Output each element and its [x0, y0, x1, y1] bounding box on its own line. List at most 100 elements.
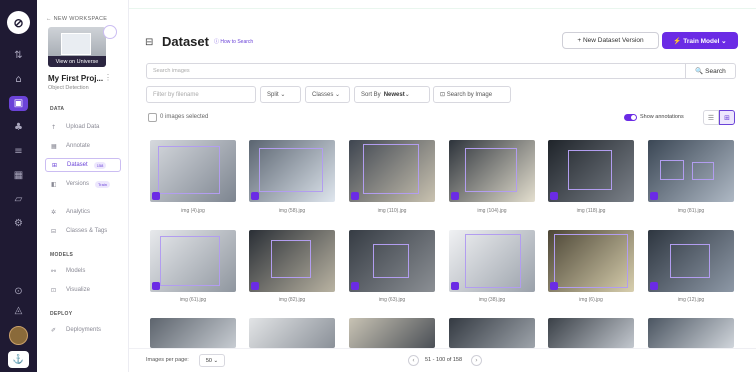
sidebar-item-visualize[interactable]: ⊡ Visualize — [45, 283, 121, 297]
project-name[interactable]: My First Proj... — [48, 74, 103, 83]
sidebar-item-models[interactable]: ⚯ Models — [45, 264, 121, 278]
image-caption: img (81).jpg — [677, 208, 705, 214]
annotation-badge-icon — [550, 192, 558, 200]
project-type: Object Detection — [48, 85, 89, 91]
image-caption: img (61).jpg — [179, 297, 207, 303]
image-thumbnail[interactable] — [249, 318, 335, 348]
image-thumbnail[interactable] — [648, 230, 734, 292]
logo-icon[interactable]: ⊘ — [7, 11, 30, 34]
sidebar-item-analytics[interactable]: ✲ Analytics — [45, 205, 121, 219]
image-thumbnail[interactable] — [349, 318, 435, 348]
view-on-universe-button[interactable]: View on Universe — [48, 56, 106, 67]
search-button[interactable]: 🔍 Search — [685, 64, 735, 78]
home-icon[interactable]: ⌂ — [9, 72, 28, 87]
annotation-box — [259, 148, 323, 192]
train-badge: Train — [95, 180, 110, 188]
annotation-box — [465, 234, 521, 288]
image-thumbnail[interactable] — [249, 230, 335, 292]
filename-filter-input[interactable]: Filter by filename — [146, 86, 256, 103]
image-thumbnail[interactable] — [548, 230, 634, 292]
annotation-badge-icon — [451, 282, 459, 290]
annotation-badge-icon — [351, 282, 359, 290]
anchor-icon[interactable]: ⚓ — [8, 351, 29, 368]
dataset-icon[interactable]: ▣ — [9, 96, 28, 111]
image-thumbnail[interactable] — [349, 230, 435, 292]
how-to-search-link[interactable]: ⓘ How to Search — [214, 38, 253, 45]
image-thumbnail[interactable] — [449, 140, 535, 202]
list-view-button[interactable]: ☰ — [703, 110, 719, 125]
image-thumbnail[interactable] — [150, 318, 236, 348]
train-model-button[interactable]: ⚡ Train Model ⌄ — [662, 32, 738, 49]
sort-label: Sort By — [361, 91, 381, 98]
image-thumbnail[interactable] — [449, 230, 535, 292]
settings-icon[interactable]: ⚙ — [9, 216, 28, 231]
section-deploy: DEPLOY — [50, 311, 73, 317]
notifications-icon[interactable]: ◬ — [9, 303, 28, 318]
icon-rail: ⊘ ⇅ ⌂ ▣ ♣ ≡ ▦ ▱ ⚙ ⊙ ◬ ⚓ — [0, 0, 37, 372]
image-thumbnail[interactable] — [249, 140, 335, 202]
search-bar[interactable]: Search images 🔍 Search — [146, 63, 736, 79]
image-thumbnail[interactable] — [548, 318, 634, 348]
grid-view-button[interactable]: ⊞ — [719, 110, 735, 125]
annotation-badge-icon — [650, 192, 658, 200]
main-content: ⊟ Dataset ⓘ How to Search + New Dataset … — [129, 0, 756, 372]
layers-icon[interactable]: ≡ — [9, 144, 28, 159]
image-thumbnail[interactable] — [548, 140, 634, 202]
image-caption: img (110).jpg — [377, 208, 407, 214]
projects-icon[interactable]: ⇅ — [9, 48, 28, 63]
select-all-checkbox[interactable] — [148, 113, 157, 122]
image-thumbnail[interactable] — [349, 140, 435, 202]
previous-page-button[interactable]: ‹ — [408, 355, 419, 366]
annotation-badge-icon — [152, 192, 160, 200]
apps-icon[interactable]: ▦ — [9, 168, 28, 183]
sidebar-item-versions[interactable]: ◧ Versions Train — [45, 177, 121, 191]
image-thumbnail[interactable] — [449, 318, 535, 348]
page-range: 51 - 100 of 158 — [425, 357, 463, 363]
search-input[interactable]: Search images — [153, 68, 190, 74]
images-per-page-select[interactable]: 50 ⌄ — [199, 354, 225, 367]
sidebar-item-label: Classes & Tags — [66, 228, 108, 234]
new-dataset-version-button[interactable]: + New Dataset Version — [562, 32, 659, 49]
models-icon[interactable]: ♣ — [9, 120, 28, 135]
top-divider — [129, 8, 756, 9]
new-workspace-link[interactable]: ← NEW WORKSPACE — [46, 16, 107, 22]
sidebar-item-classes-tags[interactable]: ⊟ Classes & Tags — [45, 224, 121, 238]
sidebar-item-deployments[interactable]: ✐ Deployments — [45, 323, 121, 337]
annotation-badge-icon — [550, 282, 558, 290]
sidebar-item-upload-data[interactable]: ↑ Upload Data — [45, 120, 121, 134]
show-annotations-label: Show annotations — [640, 114, 684, 120]
annotation-box — [271, 240, 311, 278]
sidebar: ← NEW WORKSPACE View on Universe My Firs… — [37, 0, 129, 372]
classes-icon: ⊟ — [51, 227, 57, 235]
image-caption: img (6).jpg — [579, 297, 603, 303]
sidebar-item-dataset[interactable]: ⊞ Dataset 158 — [45, 158, 121, 172]
sidebar-item-label: Analytics — [66, 209, 91, 215]
classes-dropdown[interactable]: Classes ⌄ — [305, 86, 350, 103]
help-icon[interactable]: ⊙ — [9, 284, 28, 299]
sidebar-item-annotate[interactable]: ▦ Annotate — [45, 139, 121, 153]
image-thumbnail[interactable] — [150, 230, 236, 292]
project-status-ring — [103, 25, 117, 39]
section-models: MODELS — [50, 252, 74, 258]
annotation-box — [554, 234, 628, 288]
search-by-image-button[interactable]: ⊡ Search by Image — [433, 86, 511, 103]
upload-icon: ↑ — [51, 123, 57, 131]
split-dropdown[interactable]: Split ⌄ — [260, 86, 301, 103]
image-thumbnail[interactable] — [648, 140, 734, 202]
next-page-button[interactable]: › — [471, 355, 482, 366]
project-menu-icon[interactable]: ⋮ — [104, 73, 112, 82]
images-per-page-label: Images per page: — [146, 357, 189, 363]
visualize-icon: ⊡ — [51, 286, 57, 294]
sidebar-item-label: Deployments — [66, 327, 102, 333]
image-thumbnail[interactable] — [648, 318, 734, 348]
sort-dropdown[interactable]: Sort By Newest ⌄ — [354, 86, 430, 103]
show-annotations-toggle[interactable] — [624, 114, 637, 121]
deploy-icon[interactable]: ▱ — [9, 192, 28, 207]
sidebar-item-label: Dataset — [67, 162, 88, 168]
image-caption: img (63).jpg — [378, 297, 406, 303]
project-thumbnail[interactable]: View on Universe — [48, 27, 106, 67]
avatar[interactable] — [9, 326, 28, 345]
image-thumbnail[interactable] — [150, 140, 236, 202]
annotation-badge-icon — [351, 192, 359, 200]
image-caption: img (12).jpg — [677, 297, 705, 303]
